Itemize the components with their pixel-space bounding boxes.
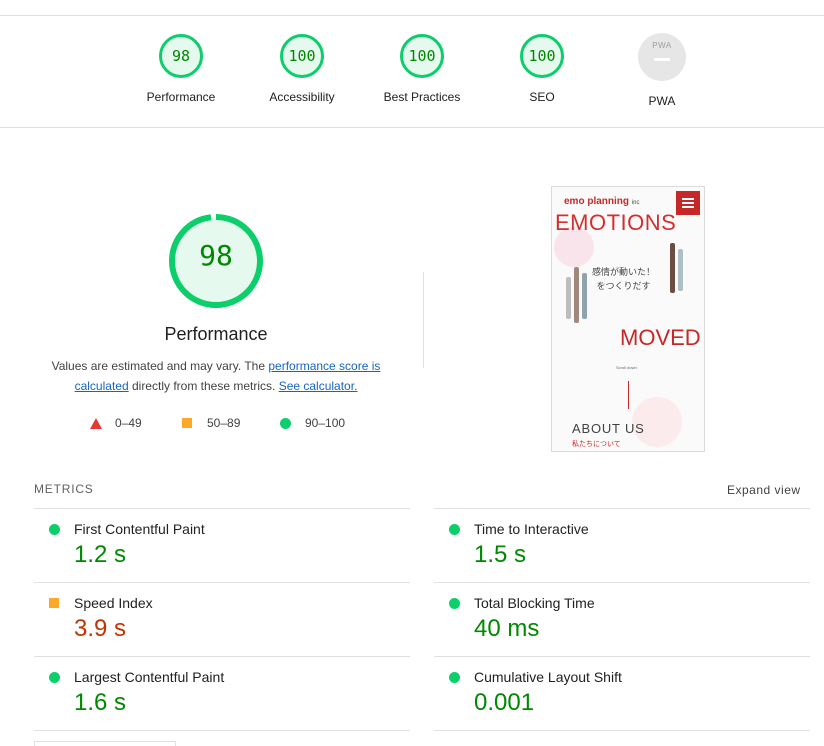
metrics-divider	[34, 508, 410, 509]
performance-description: Values are estimated and may vary. The p…	[40, 356, 392, 396]
metric-value: 40 ms	[474, 615, 540, 642]
see-calculator-link[interactable]: See calculator.	[279, 379, 358, 393]
top-divider	[0, 15, 824, 16]
metrics-divider	[434, 582, 810, 583]
metrics-divider	[34, 730, 410, 731]
gauge-best-practices-label: Best Practices	[383, 90, 461, 104]
gauge-best-practices-score: 100	[400, 34, 444, 78]
pass-circle-icon	[449, 598, 460, 609]
gauge-pwa[interactable]: PWA PWA	[602, 33, 722, 108]
screenshot-subheadline: MOVED	[620, 325, 701, 350]
logo-suffix: inc	[631, 200, 640, 206]
screenshot-headline: EMOTIONS	[555, 210, 677, 235]
metrics-title: METRICS	[34, 482, 94, 496]
screenshot-logo: emo planning inc	[564, 196, 639, 207]
logo-rest: planning	[584, 196, 630, 207]
photo-strip	[582, 273, 587, 319]
pwa-badge-icon: PWA	[638, 33, 686, 81]
hamburger-menu-icon	[676, 191, 700, 215]
metrics-divider	[434, 508, 810, 509]
gauge-seo[interactable]: 100 SEO	[482, 34, 602, 104]
gauge-performance-label: Performance	[146, 90, 216, 104]
metric-label: Total Blocking Time	[474, 595, 595, 611]
jp-line-2: をつくりだす	[596, 281, 651, 291]
legend-pass: 90–100	[280, 416, 345, 430]
gauge-pwa-label: PWA	[648, 94, 676, 108]
screenshot-scroll-text: Scroll down	[616, 365, 637, 370]
audit-filter-tab[interactable]	[34, 741, 176, 746]
metric-label: Cumulative Layout Shift	[474, 669, 622, 685]
legend-pass-label: 90–100	[305, 416, 346, 430]
screenshot-about: ABOUT US	[572, 421, 645, 436]
metric-value: 0.001	[474, 689, 535, 716]
metric-label: Speed Index	[74, 595, 153, 611]
pass-circle-icon	[49, 672, 60, 683]
gauge-performance[interactable]: 98 Performance	[121, 34, 241, 104]
legend-average: 50–89	[182, 416, 240, 430]
metric-value: 1.5 s	[474, 541, 527, 568]
logo-brand: emo	[564, 196, 585, 207]
metric-label: Time to Interactive	[474, 521, 589, 537]
gauge-performance-score: 98	[159, 34, 203, 78]
performance-score: 98	[199, 239, 233, 272]
screenshot-scroll-line	[628, 381, 629, 409]
description-text: Values are estimated and may vary. The	[51, 359, 269, 373]
metric-value: 1.6 s	[74, 689, 127, 716]
pwa-dash-icon	[654, 58, 670, 61]
pass-circle-icon	[449, 524, 460, 535]
jp-line-1: 感情が動いた！	[592, 267, 656, 277]
expand-view-toggle[interactable]: Expand view	[727, 483, 801, 497]
photo-strip	[566, 277, 571, 319]
metrics-divider	[34, 582, 410, 583]
gauge-seo-label: SEO	[529, 90, 555, 104]
header-divider	[0, 127, 824, 128]
vertical-divider	[423, 272, 424, 368]
legend-fail-label: 0–49	[115, 416, 142, 430]
description-text-2: directly from these metrics.	[128, 379, 279, 393]
legend-average-label: 50–89	[207, 416, 241, 430]
metric-value: 1.2 s	[74, 541, 127, 568]
square-icon	[182, 418, 192, 428]
screenshot-jp-tagline: 感情が動いた！ をつくりだす	[592, 265, 655, 293]
metrics-divider	[434, 730, 810, 731]
metric-label: Largest Contentful Paint	[74, 669, 225, 685]
average-square-icon	[49, 598, 59, 608]
gauge-accessibility-label: Accessibility	[269, 90, 335, 104]
gauge-accessibility-score: 100	[280, 34, 324, 78]
legend-fail: 0–49	[90, 416, 142, 430]
circle-icon	[280, 417, 291, 429]
triangle-icon	[90, 417, 102, 429]
photo-strip	[678, 249, 683, 291]
pass-circle-icon	[49, 524, 60, 535]
gauge-seo-score: 100	[520, 34, 564, 78]
gauge-accessibility[interactable]: 100 Accessibility	[242, 34, 362, 104]
photo-strip	[670, 243, 675, 293]
photo-strip	[574, 267, 579, 323]
metric-value: 3.9 s	[74, 615, 127, 642]
metrics-divider	[434, 656, 810, 657]
pwa-badge-text: PWA	[652, 41, 672, 50]
final-screenshot[interactable]: emo planning inc EMOTIONS 感情が動いた！ をつくりだす…	[551, 186, 705, 452]
pass-circle-icon	[449, 672, 460, 683]
metric-label: First Contentful Paint	[74, 521, 205, 537]
gauge-best-practices[interactable]: 100 Best Practices	[362, 34, 482, 104]
metrics-divider	[34, 656, 410, 657]
screenshot-about-jp: 私たちについて	[572, 441, 621, 448]
performance-title: Performance	[164, 324, 268, 344]
